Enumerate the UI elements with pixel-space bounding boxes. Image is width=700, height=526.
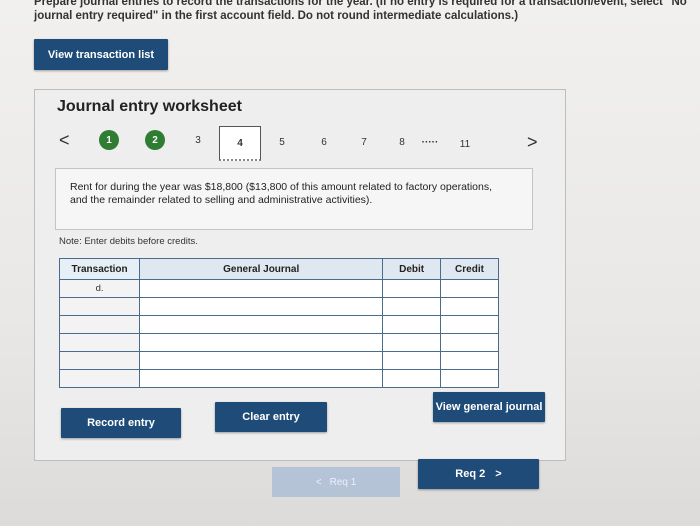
journal-table: Transaction General Journal Debit Credit… — [58, 258, 499, 388]
header-transaction: Transaction — [58, 258, 141, 280]
chevron-left-icon: < — [315, 476, 322, 488]
next-step-arrow-icon[interactable]: > — [527, 132, 538, 153]
description-box: Rent for during the year was $18,800 ($1… — [55, 168, 533, 230]
table-row — [58, 315, 499, 334]
debit-cell[interactable] — [382, 333, 441, 352]
transaction-cell: d. — [58, 279, 141, 298]
step-2[interactable]: 2 — [145, 130, 165, 150]
worksheet-title: Journal entry worksheet — [57, 98, 242, 115]
req-1-label: Req 1 — [329, 476, 357, 488]
credit-cell[interactable] — [440, 333, 499, 352]
transaction-cell — [58, 297, 141, 316]
credit-cell[interactable] — [440, 279, 499, 298]
req-1-button[interactable]: < Req 1 — [272, 467, 400, 497]
account-cell[interactable] — [139, 297, 384, 316]
table-row: d. — [58, 279, 499, 298]
req-2-button[interactable]: Req 2 > — [418, 459, 539, 489]
account-cell[interactable] — [139, 333, 384, 352]
transaction-cell — [58, 351, 141, 370]
transaction-description: Rent for during the year was $18,800 ($1… — [70, 181, 493, 206]
debit-cell[interactable] — [382, 315, 441, 334]
step-8[interactable]: 8 — [395, 132, 409, 152]
account-cell[interactable] — [139, 351, 384, 370]
step-5[interactable]: 5 — [275, 132, 289, 152]
header-debit: Debit — [382, 258, 441, 280]
step-4-current[interactable]: 4 — [219, 126, 261, 161]
transaction-cell — [58, 333, 141, 352]
journal-entry-worksheet: Journal entry worksheet < 1 2 3 4 5 6 7 … — [34, 89, 566, 461]
step-1[interactable]: 1 — [99, 130, 119, 150]
table-row — [58, 333, 499, 352]
account-cell[interactable] — [139, 279, 384, 298]
chevron-right-icon: > — [495, 468, 502, 480]
credit-cell[interactable] — [440, 315, 499, 334]
screen: Prepare journal entries to record the tr… — [0, 0, 700, 526]
debit-cell[interactable] — [382, 351, 441, 370]
clear-entry-button[interactable]: Clear entry — [215, 402, 327, 432]
step-11[interactable]: 11 — [455, 134, 475, 154]
step-navigator: < 1 2 3 4 5 6 7 8 ····· 11 > — [35, 126, 565, 166]
debit-cell[interactable] — [382, 279, 441, 298]
step-3[interactable]: 3 — [191, 130, 205, 150]
transaction-cell — [58, 315, 141, 334]
debit-cell[interactable] — [382, 297, 441, 316]
account-cell[interactable] — [139, 369, 384, 388]
view-general-journal-button[interactable]: View general journal — [433, 392, 545, 422]
header-general-journal: General Journal — [139, 258, 384, 280]
instructions-text: Prepare journal entries to record the tr… — [34, 0, 687, 22]
credit-cell[interactable] — [440, 369, 499, 388]
debit-cell[interactable] — [382, 369, 441, 388]
header-credit: Credit — [440, 258, 499, 280]
step-ellipsis: ····· — [421, 136, 439, 148]
table-row — [58, 297, 499, 316]
account-cell[interactable] — [139, 315, 384, 334]
step-7[interactable]: 7 — [357, 132, 371, 152]
note-text: Note: Enter debits before credits. — [59, 236, 198, 247]
step-6[interactable]: 6 — [317, 132, 331, 152]
record-entry-button[interactable]: Record entry — [61, 408, 181, 438]
req-2-label: Req 2 — [455, 468, 486, 480]
transaction-cell — [58, 369, 141, 388]
table-row — [58, 369, 499, 388]
credit-cell[interactable] — [440, 351, 499, 370]
credit-cell[interactable] — [440, 297, 499, 316]
table-row — [58, 351, 499, 370]
prev-step-arrow-icon[interactable]: < — [59, 130, 70, 151]
view-transaction-list-button[interactable]: View transaction list — [34, 39, 168, 70]
